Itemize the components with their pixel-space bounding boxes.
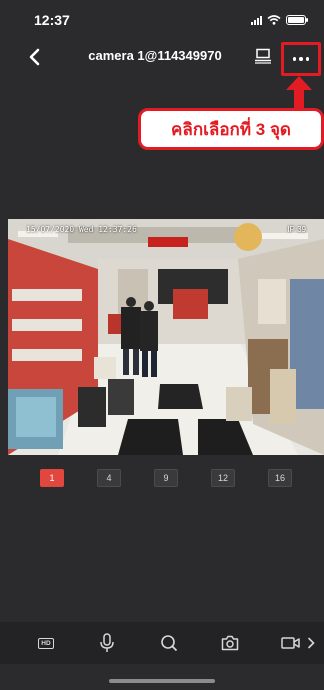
dot [292, 57, 297, 61]
wifi-icon [267, 15, 281, 25]
talk-button[interactable] [94, 631, 120, 655]
snapshot-button[interactable] [217, 631, 243, 655]
hd-button[interactable]: HD [33, 631, 59, 655]
camera-icon [221, 635, 239, 651]
home-indicator [109, 679, 215, 683]
status-icons [251, 15, 308, 25]
status-time: 12:37 [34, 12, 70, 28]
record-icon [281, 637, 300, 649]
zoom-button[interactable] [156, 631, 182, 655]
video-channel-label: IP 39 [287, 225, 306, 234]
bottom-toolbar: HD [0, 622, 324, 664]
page-title: camera 1@114349970 [88, 48, 222, 63]
status-bar: 12:37 [0, 0, 324, 40]
instruction-callout: คลิกเลือกที่ 3 จุด [138, 108, 324, 150]
hd-icon: HD [38, 637, 54, 649]
split-12-button[interactable]: 12 [211, 469, 235, 487]
search-icon [161, 635, 178, 652]
dot [299, 57, 303, 61]
dot [305, 57, 310, 61]
more-options-button[interactable] [281, 42, 321, 76]
split-9-button[interactable]: 9 [154, 469, 178, 487]
chevron-right-icon [308, 637, 315, 649]
record-button[interactable] [278, 631, 304, 655]
live-video-view[interactable]: 15/07/2020 Wed 12:37:26 IP 39 [8, 219, 324, 455]
nav-bar: camera 1@114349970 [0, 40, 324, 76]
camera-feed-image [8, 219, 324, 455]
toolbar-more-button[interactable] [302, 631, 320, 655]
screen-mode-button[interactable] [252, 45, 274, 67]
back-button[interactable] [22, 44, 46, 70]
arrow-up-icon [286, 76, 312, 108]
split-4-button[interactable]: 4 [97, 469, 121, 487]
split-1-button[interactable]: 1 [40, 469, 64, 487]
battery-icon [286, 15, 308, 25]
chevron-left-icon [29, 48, 40, 66]
split-selector: 1 4 9 12 16 [0, 469, 324, 491]
video-timestamp: 15/07/2020 Wed 12:37:26 [26, 225, 137, 234]
split-16-button[interactable]: 16 [268, 469, 292, 487]
microphone-icon [100, 633, 114, 652]
cellular-signal-icon [251, 15, 262, 25]
monitor-icon [255, 48, 271, 64]
